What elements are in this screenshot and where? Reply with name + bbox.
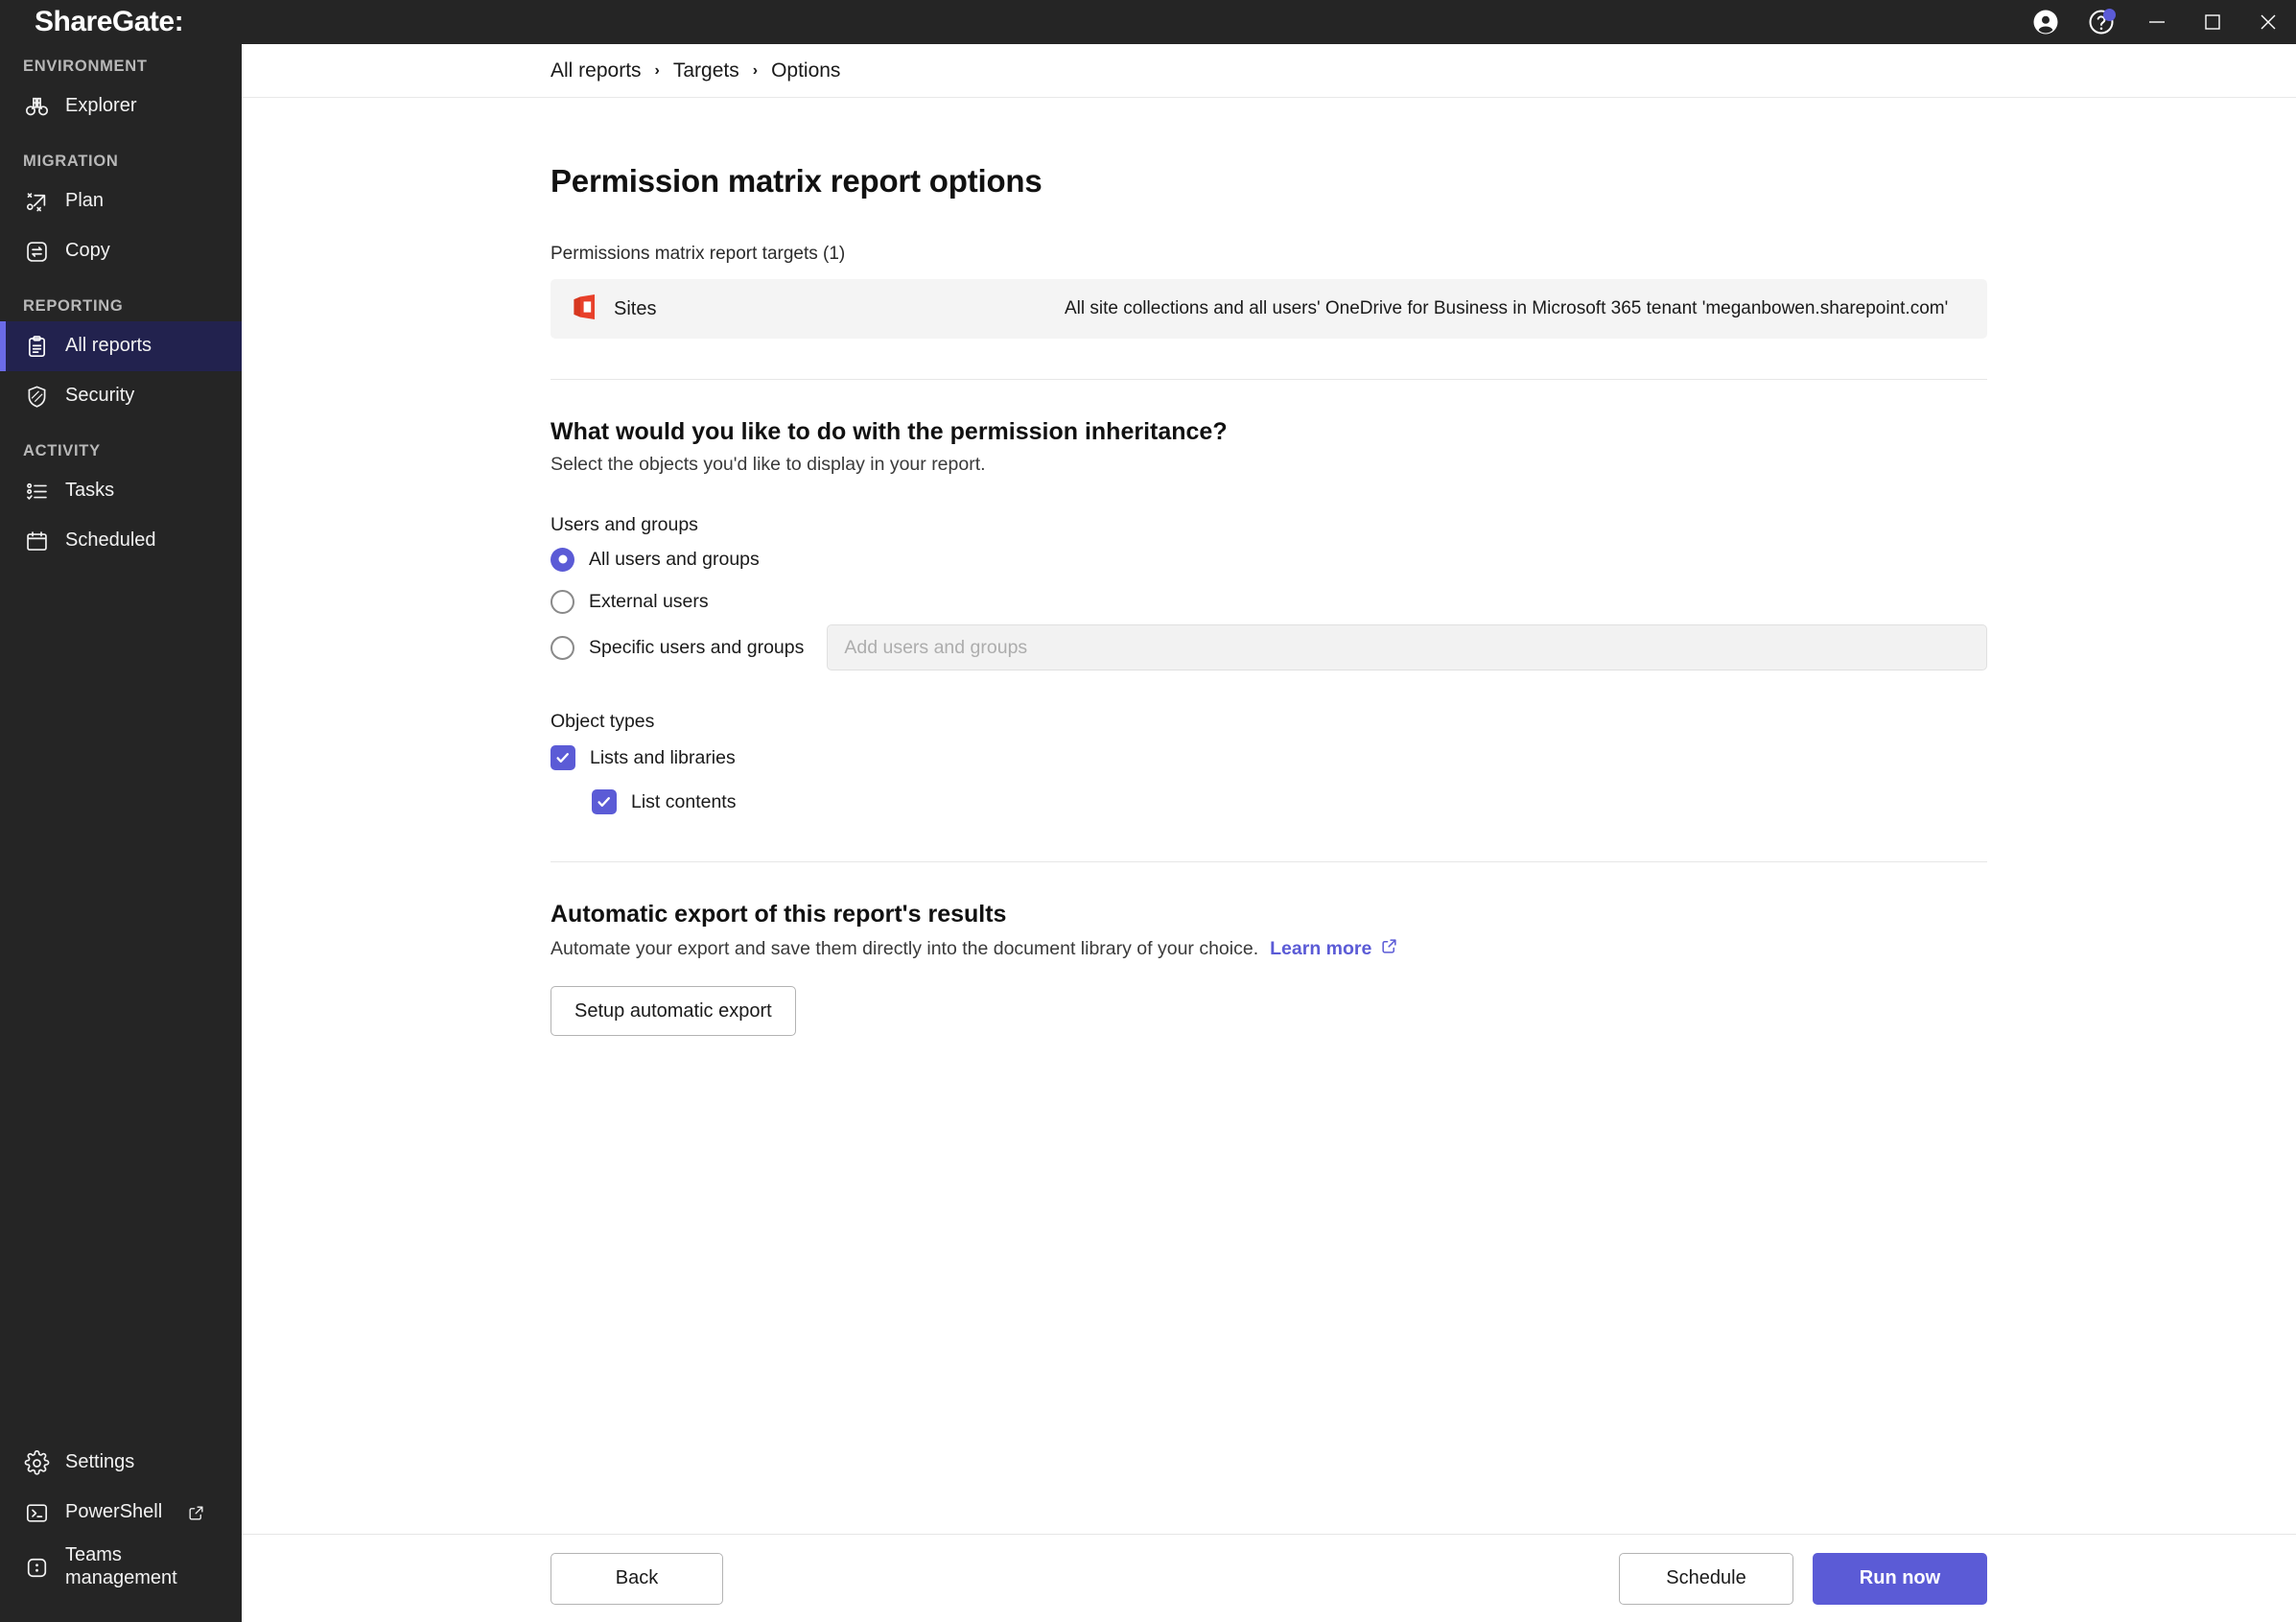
binoculars-icon bbox=[23, 93, 50, 120]
sidebar-item-label: PowerShell bbox=[65, 1501, 162, 1524]
breadcrumb-separator: › bbox=[753, 62, 758, 80]
breadcrumb-separator: › bbox=[655, 62, 660, 80]
checkbox-list-contents[interactable] bbox=[592, 789, 617, 814]
add-users-and-groups-input[interactable]: Add users and groups bbox=[827, 624, 1987, 670]
radio-all-users-and-groups[interactable] bbox=[551, 548, 574, 572]
logo-text: ShareGate bbox=[35, 6, 175, 37]
close-icon[interactable] bbox=[2240, 0, 2296, 44]
learn-more-label: Learn more bbox=[1270, 938, 1371, 960]
checkbox-label: Lists and libraries bbox=[590, 747, 736, 769]
breadcrumb: All reports › Targets › Options bbox=[242, 44, 2296, 98]
targets-count-label: Permissions matrix report targets (1) bbox=[551, 244, 1987, 265]
gear-icon bbox=[23, 1449, 50, 1476]
export-subtext: Automate your export and save them direc… bbox=[551, 938, 1258, 960]
sidebar-item-label: Tasks bbox=[65, 480, 114, 503]
sidebar-item-all-reports[interactable]: All reports bbox=[0, 321, 242, 371]
radio-external-users[interactable] bbox=[551, 590, 574, 614]
users-groups-label: Users and groups bbox=[551, 514, 1987, 536]
divider bbox=[551, 861, 1987, 862]
radio-row-external-users[interactable]: External users bbox=[551, 582, 1987, 621]
sidebar-section-environment: ENVIRONMENT bbox=[0, 58, 242, 82]
calendar-icon bbox=[23, 528, 50, 554]
sidebar-item-label: All reports bbox=[65, 335, 152, 358]
logo-colon: : bbox=[175, 6, 184, 37]
maximize-icon[interactable] bbox=[2185, 0, 2240, 44]
breadcrumb-item-targets[interactable]: Targets bbox=[673, 59, 739, 82]
sidebar-item-label: Explorer bbox=[65, 95, 136, 118]
app-logo: ShareGate: bbox=[0, 6, 184, 38]
minimize-icon[interactable] bbox=[2129, 0, 2185, 44]
sidebar-item-label: Teams management bbox=[65, 1544, 209, 1589]
target-name: Sites bbox=[614, 298, 1065, 320]
external-link-icon bbox=[187, 1504, 205, 1522]
divider bbox=[551, 379, 1987, 380]
sidebar-item-label: Settings bbox=[65, 1451, 134, 1474]
run-now-button[interactable]: Run now bbox=[1813, 1553, 1987, 1605]
sidebar-section-reporting: REPORTING bbox=[0, 297, 242, 321]
title-bar-actions bbox=[2018, 0, 2296, 44]
sidebar-item-label: Scheduled bbox=[65, 529, 156, 552]
copy-icon bbox=[23, 238, 50, 265]
inheritance-subtext: Select the objects you'd like to display… bbox=[551, 454, 1987, 476]
help-circle-icon[interactable] bbox=[2073, 0, 2129, 44]
account-circle-icon[interactable] bbox=[2018, 0, 2073, 44]
radio-row-specific-users: Specific users and groups Add users and … bbox=[551, 623, 1987, 672]
checkbox-row-lists-and-libraries[interactable]: Lists and libraries bbox=[551, 739, 1987, 777]
sidebar-item-label: Plan bbox=[65, 190, 104, 213]
object-types-label: Object types bbox=[551, 711, 1987, 733]
inheritance-heading: What would you like to do with the permi… bbox=[551, 418, 1987, 446]
help-notification-dot bbox=[2103, 9, 2116, 21]
radio-label: All users and groups bbox=[589, 549, 760, 571]
sidebar-item-label: Security bbox=[65, 385, 134, 408]
checkbox-lists-and-libraries[interactable] bbox=[551, 745, 575, 770]
sidebar-section-activity: ACTIVITY bbox=[0, 442, 242, 466]
setup-automatic-export-button[interactable]: Setup automatic export bbox=[551, 986, 796, 1036]
export-subtext-row: Automate your export and save them direc… bbox=[551, 937, 1987, 961]
checkbox-row-list-contents[interactable]: List contents bbox=[551, 783, 1987, 821]
target-description: All site collections and all users' OneD… bbox=[1065, 298, 1948, 319]
sidebar: ENVIRONMENT Explorer MIGRATION Plan bbox=[0, 44, 242, 1622]
sidebar-item-scheduled[interactable]: Scheduled bbox=[0, 516, 242, 566]
teams-management-icon bbox=[23, 1554, 50, 1581]
sharepoint-sites-icon bbox=[572, 294, 597, 325]
sidebar-item-teams-management[interactable]: Teams management bbox=[0, 1538, 242, 1597]
sidebar-item-tasks[interactable]: Tasks bbox=[0, 466, 242, 516]
sidebar-item-copy[interactable]: Copy bbox=[0, 226, 242, 276]
back-button[interactable]: Back bbox=[551, 1553, 723, 1605]
content-area: Permission matrix report options Permiss… bbox=[242, 98, 2296, 1534]
checkbox-label: List contents bbox=[631, 791, 736, 813]
sidebar-secondary-nav: Settings PowerShell Teams management bbox=[0, 1438, 242, 1622]
footer-actions: Schedule Run now bbox=[1619, 1553, 1987, 1605]
app-body: ENVIRONMENT Explorer MIGRATION Plan bbox=[0, 44, 2296, 1622]
main-panel: All reports › Targets › Options Permissi… bbox=[242, 44, 2296, 1622]
powershell-icon bbox=[23, 1499, 50, 1526]
sidebar-item-explorer[interactable]: Explorer bbox=[0, 82, 242, 131]
learn-more-link[interactable]: Learn more bbox=[1270, 937, 1398, 961]
footer-bar: Back Schedule Run now bbox=[242, 1534, 2296, 1622]
breadcrumb-item-all-reports[interactable]: All reports bbox=[551, 59, 642, 82]
target-row[interactable]: Sites All site collections and all users… bbox=[551, 279, 1987, 339]
sidebar-section-migration: MIGRATION bbox=[0, 153, 242, 176]
radio-label: External users bbox=[589, 591, 709, 613]
sidebar-item-settings[interactable]: Settings bbox=[0, 1438, 242, 1488]
title-bar: ShareGate: bbox=[0, 0, 2296, 44]
schedule-button[interactable]: Schedule bbox=[1619, 1553, 1793, 1605]
sidebar-item-plan[interactable]: Plan bbox=[0, 176, 242, 226]
radio-specific-users-and-groups[interactable] bbox=[551, 636, 574, 660]
sidebar-primary-nav: ENVIRONMENT Explorer MIGRATION Plan bbox=[0, 58, 242, 566]
breadcrumb-item-options[interactable]: Options bbox=[771, 59, 840, 82]
task-list-icon bbox=[23, 478, 50, 505]
sidebar-item-label: Copy bbox=[65, 240, 110, 263]
external-link-icon bbox=[1380, 937, 1398, 961]
export-heading: Automatic export of this report's result… bbox=[551, 901, 1987, 929]
page-title: Permission matrix report options bbox=[551, 163, 1987, 200]
app-window: ShareGate: ENVIRONMENT bbox=[0, 0, 2296, 1622]
shield-icon bbox=[23, 383, 50, 410]
clipboard-icon bbox=[23, 333, 50, 360]
sidebar-item-security[interactable]: Security bbox=[0, 371, 242, 421]
radio-row-all-users[interactable]: All users and groups bbox=[551, 540, 1987, 578]
plan-icon bbox=[23, 188, 50, 215]
sidebar-item-powershell[interactable]: PowerShell bbox=[0, 1488, 242, 1538]
radio-label: Specific users and groups bbox=[589, 637, 804, 659]
